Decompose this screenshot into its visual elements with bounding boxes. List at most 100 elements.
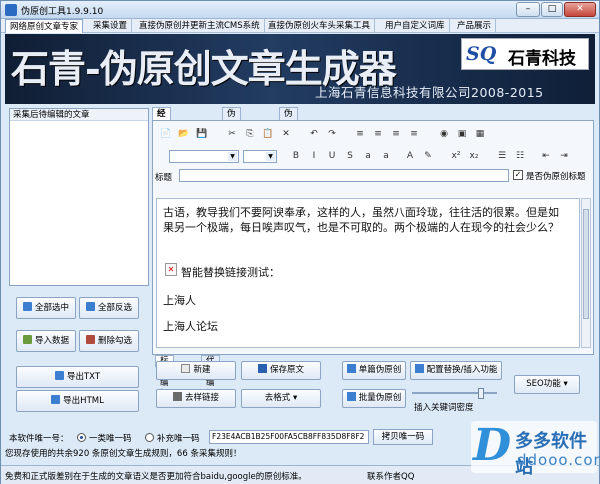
title-row: 标题 ✓ 是否伪原创标题 (155, 169, 591, 183)
font-color-icon[interactable]: A (403, 149, 417, 163)
insert-density-label: 插入关键词密度 (414, 403, 474, 413)
bullets-icon[interactable]: ☷ (513, 149, 527, 163)
slider-knob[interactable] (478, 388, 484, 399)
document-body[interactable]: 古语，教导我们不要阿谀奉承，这样的人，虽然八面玲珑，往往活的很累。但是如果另一个… (156, 198, 580, 348)
rich-editor: 📄 📂 💾 ✂ ⎘ 📋 ✕ ↶ ↷ ≡ ≡ ≡ ≡ ◉ ▣ ▦ ▼ ▼ B I U Sa a A ✎ x² x₂ ☰ ☷ ⇤ ⇥ 标题… (152, 120, 594, 399)
menu-item-products[interactable]: 产品展示 (453, 19, 497, 33)
main-window: 伪原创工具1.9.9.10 – □ ✕ 网络原创文章专家 采集设置 直接伪原创并… (0, 0, 600, 484)
delete-checked-button[interactable]: 删除勾选 (79, 330, 139, 352)
copy-key-button[interactable]: 拷贝唯一码 (373, 429, 433, 445)
open-icon[interactable]: 📂 (177, 127, 191, 141)
menu-item-locomotive-tool[interactable]: 直接伪原创火车头采集工具 (264, 19, 376, 33)
close-button[interactable]: ✕ (564, 2, 596, 17)
seo-button[interactable]: SEO功能 ▾ (514, 375, 580, 394)
menu-item-custom-lexicon[interactable]: 用户自定义词库 (381, 19, 450, 33)
paste-icon[interactable]: 📋 (261, 127, 275, 141)
superscript-s-icon[interactable]: a (361, 149, 375, 163)
save-icon (257, 364, 267, 373)
chevron-down-icon: ▾ (563, 379, 568, 389)
license-radio-1[interactable] (77, 433, 86, 442)
menu-item-article-expert[interactable]: 网络原创文章专家 (5, 19, 84, 33)
license-option-2: 补充唯一码 (157, 434, 200, 444)
underline-icon[interactable]: U (325, 149, 339, 163)
tab-pseudo-config[interactable]: 伪原创配置 (279, 107, 298, 167)
content-line-2: 上海人论坛 (163, 320, 218, 333)
delete-icon[interactable]: ✕ (279, 127, 293, 141)
italic-icon[interactable]: I (307, 149, 321, 163)
batch-pseudo-button[interactable]: 批量伪原创 (342, 389, 406, 408)
menu-item-cms-update[interactable]: 直接伪原创并更新主流CMS系统 (135, 19, 265, 33)
image-icon[interactable]: ▣ (455, 127, 469, 141)
chevron-down-icon: ▼ (266, 152, 275, 161)
watermark: D 多多软件站 ddooo.com (471, 420, 600, 478)
invert-label: 全部反选 (97, 303, 132, 313)
new-button[interactable]: 新建 (156, 361, 236, 380)
subscript-icon[interactable]: x₂ (467, 149, 481, 163)
export-txt-label: 导出TXT (66, 372, 101, 382)
outdent-icon[interactable]: ⇤ (539, 149, 553, 163)
toolbar-format: ▼ ▼ B I U Sa a A ✎ x² x₂ ☰ ☷ ⇤ ⇥ (155, 147, 591, 165)
invert-selection-button[interactable]: 全部反选 (79, 297, 139, 319)
select-all-icon (22, 302, 32, 311)
license-key-field[interactable]: F23E4ACB1B25F00FA5CB8FF835D8F8F2 (209, 430, 369, 444)
subscript-s-icon[interactable]: a (379, 149, 393, 163)
link-icon (172, 392, 182, 401)
config-replace-button[interactable]: 配置替换/插入功能 (410, 361, 502, 380)
export-txt-button[interactable]: 导出TXT (16, 366, 139, 388)
menu-item-collect-settings[interactable]: 采集设置 (89, 19, 133, 33)
superscript-icon[interactable]: x² (449, 149, 463, 163)
remove-format-label: 去格式 (264, 393, 291, 403)
single-pseudo-icon (346, 364, 356, 373)
pseudo-title-checkbox[interactable]: ✓ (513, 170, 523, 180)
list-icon[interactable]: ☰ (495, 149, 509, 163)
license-radio-2[interactable] (145, 433, 154, 442)
bold-icon[interactable]: B (289, 149, 303, 163)
invert-icon (85, 302, 95, 311)
align-left-icon[interactable]: ≡ (353, 127, 367, 141)
save-original-button[interactable]: 保存原文 (241, 361, 321, 380)
status-right[interactable]: 联系作者QQ (367, 470, 414, 482)
web-icon-icon[interactable]: ◉ (437, 127, 451, 141)
new-label: 新建 (193, 365, 211, 375)
highlight-icon[interactable]: ✎ (421, 149, 435, 163)
editor-scrollbar[interactable] (581, 198, 591, 348)
link-test-text: 智能替换链接测试： (181, 266, 280, 279)
scroll-thumb[interactable] (583, 209, 589, 319)
keyword-density-slider[interactable] (412, 388, 497, 399)
export-txt-icon (54, 371, 64, 380)
cut-icon[interactable]: ✂ (225, 127, 239, 141)
export-html-button[interactable]: 导出HTML (16, 390, 139, 412)
copy-icon[interactable]: ⎘ (243, 127, 257, 141)
single-pseudo-button[interactable]: 单篇伪原创 (342, 361, 406, 380)
logo-mark: SQ (466, 43, 497, 65)
tab-classic-pseudo[interactable]: 经典方式伪原创 (152, 107, 171, 191)
minimize-button[interactable]: – (516, 2, 540, 17)
maximize-button[interactable]: □ (541, 2, 563, 17)
remove-links-button[interactable]: 去样链接 (156, 389, 236, 408)
tab-pseudo-result[interactable]: 伪原创结果 (222, 107, 241, 167)
new-doc-icon[interactable]: 📄 (159, 127, 173, 141)
remove-format-button[interactable]: 去格式 ▾ (241, 389, 321, 408)
save-icon[interactable]: 💾 (195, 127, 209, 141)
title-input[interactable] (179, 169, 509, 182)
strike-icon[interactable]: S (343, 149, 357, 163)
undo-icon[interactable]: ↶ (307, 127, 321, 141)
align-right-icon[interactable]: ≡ (389, 127, 403, 141)
remove-links-label: 去样链接 (184, 393, 219, 403)
export-html-label: 导出HTML (63, 396, 104, 406)
import-data-button[interactable]: 导入数据 (16, 330, 76, 352)
watermark-logo: D (473, 420, 512, 471)
align-center-icon[interactable]: ≡ (371, 127, 385, 141)
redo-icon[interactable]: ↷ (325, 127, 339, 141)
size-select[interactable]: ▼ (243, 150, 277, 163)
select-all-button[interactable]: 全部选中 (16, 297, 76, 319)
chevron-down-icon: ▾ (292, 393, 298, 403)
article-list-header: 采集后待编辑的文章 (10, 109, 148, 121)
table-icon[interactable]: ▦ (473, 127, 487, 141)
align-justify-icon[interactable]: ≡ (407, 127, 421, 141)
banner-company: 上海石青信息科技有限公司2008-2015 (315, 85, 544, 100)
indent-icon[interactable]: ⇥ (557, 149, 571, 163)
article-list-panel[interactable]: 采集后待编辑的文章 (9, 108, 149, 286)
menu-bar: 网络原创文章专家 采集设置 直接伪原创并更新主流CMS系统 直接伪原创火车头采集… (1, 19, 599, 33)
font-select[interactable]: ▼ (169, 150, 239, 163)
